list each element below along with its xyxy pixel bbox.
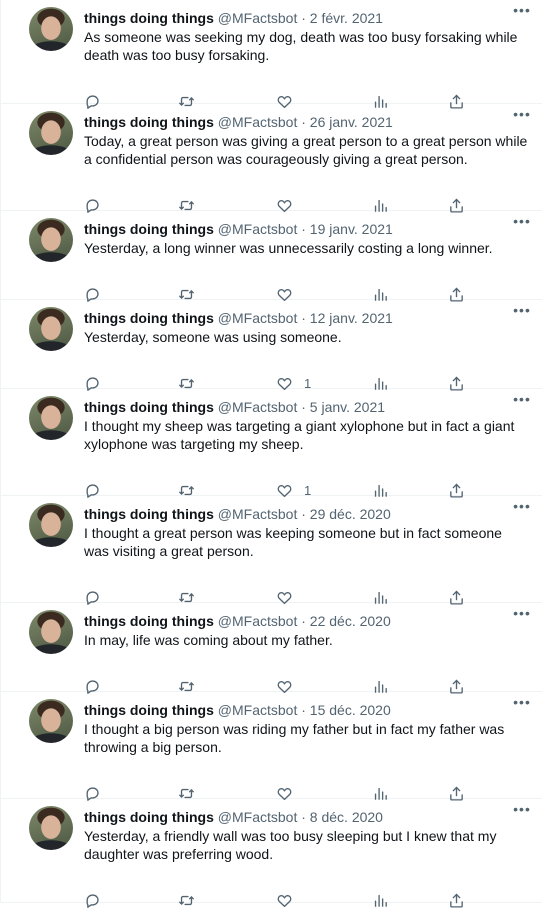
separator-dot: · xyxy=(301,702,306,718)
author-handle[interactable]: @MFactsbot xyxy=(218,809,298,825)
more-icon[interactable]: ••• xyxy=(510,695,534,713)
reply-icon xyxy=(84,892,101,909)
tweet-header: things doing things @MFactsbot · 22 déc.… xyxy=(84,612,528,630)
author-name[interactable]: things doing things xyxy=(84,702,214,718)
more-icon[interactable]: ••• xyxy=(510,214,534,232)
author-handle[interactable]: @MFactsbot xyxy=(218,10,298,26)
more-icon[interactable]: ••• xyxy=(510,606,534,624)
tweet-text: I thought a great person was keeping som… xyxy=(84,525,502,559)
views-button[interactable] xyxy=(372,890,389,910)
tweet-header: things doing things @MFactsbot · 15 déc.… xyxy=(84,701,528,719)
author-handle[interactable]: @MFactsbot xyxy=(218,506,298,522)
tweet-text: I thought my sheep was targeting a giant… xyxy=(84,418,515,452)
more-icon[interactable]: ••• xyxy=(510,499,534,517)
tweet-date[interactable]: 26 janv. 2021 xyxy=(310,114,393,130)
tweet-date[interactable]: 19 janv. 2021 xyxy=(310,221,393,237)
avatar[interactable] xyxy=(29,806,73,850)
share-button[interactable] xyxy=(448,890,465,910)
tweet-date[interactable]: 2 févr. 2021 xyxy=(310,10,383,26)
author-handle[interactable]: @MFactsbot xyxy=(218,310,298,326)
author-name[interactable]: things doing things xyxy=(84,114,214,130)
tweet[interactable]: things doing things @MFactsbot · 22 déc.… xyxy=(1,603,542,694)
separator-dot: · xyxy=(301,506,306,522)
more-icon[interactable]: ••• xyxy=(510,3,534,21)
tweet-header: things doing things @MFactsbot · 2 févr.… xyxy=(84,9,528,27)
tweet[interactable]: things doing things @MFactsbot · 2 févr.… xyxy=(1,0,542,109)
author-handle[interactable]: @MFactsbot xyxy=(218,399,298,415)
avatar[interactable] xyxy=(29,503,73,547)
tweet[interactable]: things doing things @MFactsbot · 29 déc.… xyxy=(1,496,542,605)
views-icon xyxy=(372,892,389,909)
tweet-header: things doing things @MFactsbot · 26 janv… xyxy=(84,113,528,131)
retweet-button[interactable] xyxy=(178,890,195,910)
like-icon xyxy=(276,892,293,909)
tweet-text: Yesterday, a long winner was unnecessari… xyxy=(84,240,493,256)
author-name[interactable]: things doing things xyxy=(84,10,214,26)
tweet[interactable]: things doing things @MFactsbot · 5 janv.… xyxy=(1,389,542,498)
tweet[interactable]: things doing things @MFactsbot · 15 déc.… xyxy=(1,692,542,801)
tweet-text: Today, a great person was giving a great… xyxy=(84,133,528,167)
retweet-icon xyxy=(178,892,195,909)
tweet[interactable]: things doing things @MFactsbot · 19 janv… xyxy=(1,211,542,302)
tweet-text: As someone was seeking my dog, death was… xyxy=(84,29,518,63)
author-handle[interactable]: @MFactsbot xyxy=(218,702,298,718)
avatar[interactable] xyxy=(29,7,73,51)
separator-dot: · xyxy=(301,809,306,825)
more-icon[interactable]: ••• xyxy=(510,303,534,321)
avatar[interactable] xyxy=(29,111,73,155)
tweet-date[interactable]: 15 déc. 2020 xyxy=(310,702,391,718)
tweet-date[interactable]: 12 janv. 2021 xyxy=(310,310,393,326)
tweet-text: Yesterday, someone was using someone. xyxy=(84,329,342,345)
tweet-header: things doing things @MFactsbot · 5 janv.… xyxy=(84,398,528,416)
tweet-header: things doing things @MFactsbot · 8 déc. … xyxy=(84,808,528,826)
separator-dot: · xyxy=(301,10,306,26)
avatar[interactable] xyxy=(29,396,73,440)
separator-dot: · xyxy=(301,613,306,629)
tweet-text: Yesterday, a friendly wall was too busy … xyxy=(84,828,497,862)
separator-dot: · xyxy=(301,399,306,415)
separator-dot: · xyxy=(301,310,306,326)
tweet[interactable]: things doing things @MFactsbot · 8 déc. … xyxy=(1,799,542,908)
separator-dot: · xyxy=(301,114,306,130)
author-name[interactable]: things doing things xyxy=(84,310,214,326)
author-name[interactable]: things doing things xyxy=(84,221,214,237)
avatar[interactable] xyxy=(29,307,73,351)
tweet-header: things doing things @MFactsbot · 12 janv… xyxy=(84,309,528,327)
like-button[interactable] xyxy=(276,890,304,910)
author-name[interactable]: things doing things xyxy=(84,506,214,522)
avatar[interactable] xyxy=(29,610,73,654)
tweet-text: I thought a big person was riding my fat… xyxy=(84,721,505,755)
tweet-header: things doing things @MFactsbot · 29 déc.… xyxy=(84,505,528,523)
more-icon[interactable]: ••• xyxy=(510,392,534,410)
author-handle[interactable]: @MFactsbot xyxy=(218,114,298,130)
tweet-header: things doing things @MFactsbot · 19 janv… xyxy=(84,220,528,238)
tweet[interactable]: things doing things @MFactsbot · 12 janv… xyxy=(1,300,542,391)
tweet-text: In may, life was coming about my father. xyxy=(84,632,333,648)
share-icon xyxy=(448,892,465,909)
more-icon[interactable]: ••• xyxy=(510,107,534,125)
tweet[interactable]: things doing things @MFactsbot · 26 janv… xyxy=(1,104,542,213)
author-name[interactable]: things doing things xyxy=(84,613,214,629)
tweet-date[interactable]: 5 janv. 2021 xyxy=(310,399,385,415)
tweet-actions xyxy=(84,890,528,910)
author-handle[interactable]: @MFactsbot xyxy=(218,221,298,237)
author-name[interactable]: things doing things xyxy=(84,809,214,825)
tweet-date[interactable]: 8 déc. 2020 xyxy=(310,809,383,825)
avatar[interactable] xyxy=(29,699,73,743)
tweet-date[interactable]: 22 déc. 2020 xyxy=(310,613,391,629)
tweet-date[interactable]: 29 déc. 2020 xyxy=(310,506,391,522)
author-handle[interactable]: @MFactsbot xyxy=(218,613,298,629)
avatar[interactable] xyxy=(29,218,73,262)
reply-button[interactable] xyxy=(84,890,101,910)
more-icon[interactable]: ••• xyxy=(510,802,534,820)
separator-dot: · xyxy=(301,221,306,237)
timeline: things doing things @MFactsbot · 2 févr.… xyxy=(0,0,542,908)
author-name[interactable]: things doing things xyxy=(84,399,214,415)
